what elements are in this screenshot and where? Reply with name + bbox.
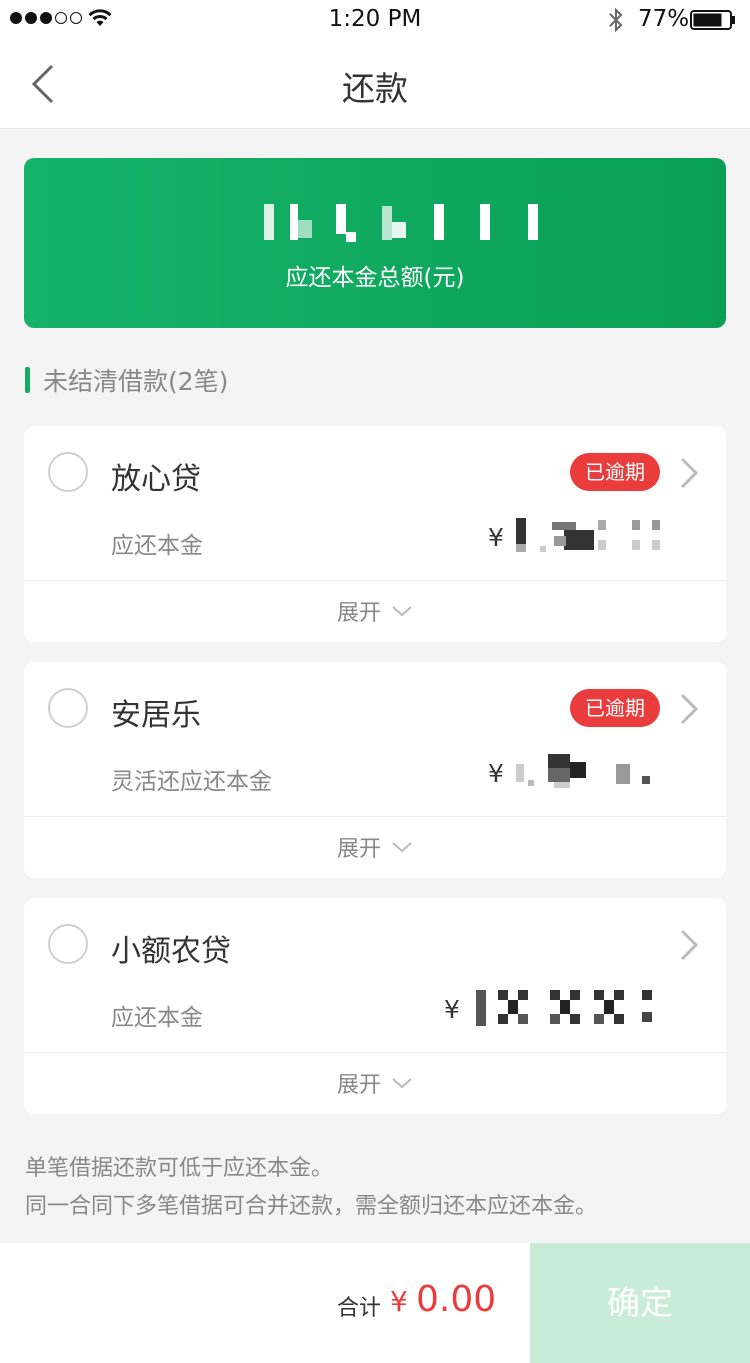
expand-label: 展开: [336, 601, 381, 626]
expand-toggle[interactable]: 展开: [24, 580, 726, 642]
currency-symbol: ¥: [488, 759, 504, 788]
currency-symbol: ¥: [488, 523, 504, 552]
masked-principal-amount: [516, 518, 660, 552]
total-principal-banner: 应还本金总额(元): [24, 158, 726, 328]
loan-card[interactable]: 安居乐 已逾期 灵活还应还本金 ¥ 展开: [24, 662, 726, 878]
expand-toggle[interactable]: 展开: [24, 816, 726, 878]
masked-principal-amount: [476, 990, 652, 1026]
principal-label: 应还本金: [111, 1005, 203, 1031]
confirm-button[interactable]: 确定: [530, 1243, 750, 1363]
loan-card[interactable]: 放心贷 已逾期 应还本金 ¥ 展开: [24, 426, 726, 642]
total-principal-label: 应还本金总额(元): [285, 265, 465, 291]
total-amount: 0.00: [416, 1279, 497, 1320]
principal-label: 应还本金: [111, 533, 203, 559]
chevron-down-icon: [392, 842, 412, 853]
battery-percentage: 77%: [638, 6, 690, 32]
loan-card[interactable]: 小额农贷 应还本金 ¥ 展开: [24, 898, 726, 1114]
footer-bar: 合计 ¥ 0.00 确定: [0, 1243, 750, 1363]
flexible-principal-label: 灵活还应还本金: [111, 769, 272, 795]
section-accent-bar: [25, 367, 30, 393]
overdue-badge: 已逾期: [570, 689, 660, 727]
status-bar: 1:20 PM 77%: [0, 0, 750, 40]
radio-unchecked-icon[interactable]: [48, 924, 88, 964]
total-currency: ¥: [390, 1285, 408, 1318]
repayment-note: 同一合同下多笔借据可合并还款，需全额归还本应还本金。: [25, 1194, 598, 1219]
chevron-right-icon[interactable]: [678, 692, 700, 726]
expand-label: 展开: [336, 1073, 381, 1098]
expand-toggle[interactable]: 展开: [24, 1052, 726, 1114]
chevron-down-icon: [392, 606, 412, 617]
masked-principal-amount: [516, 754, 650, 788]
bluetooth-icon: [609, 7, 623, 33]
battery-icon: [690, 10, 735, 30]
currency-symbol: ¥: [444, 995, 460, 1024]
radio-unchecked-icon[interactable]: [48, 452, 88, 492]
overdue-badge: 已逾期: [570, 453, 660, 491]
loan-name: 安居乐: [111, 698, 201, 733]
loan-name: 放心贷: [111, 462, 201, 497]
outstanding-loans-header: 未结清借款(2笔): [25, 364, 228, 396]
chevron-down-icon: [392, 1078, 412, 1089]
nav-bar: 还款: [0, 40, 750, 129]
chevron-right-icon[interactable]: [678, 456, 700, 490]
section-title: 未结清借款(2笔): [43, 367, 229, 396]
loan-name: 小额农贷: [111, 934, 231, 969]
page-title: 还款: [342, 69, 408, 108]
total-label: 合计: [337, 1296, 382, 1321]
repayment-note: 单笔借据还款可低于应还本金。: [25, 1156, 334, 1181]
masked-amount: [264, 204, 538, 242]
expand-label: 展开: [336, 837, 381, 862]
chevron-right-icon[interactable]: [678, 928, 700, 962]
radio-unchecked-icon[interactable]: [48, 688, 88, 728]
